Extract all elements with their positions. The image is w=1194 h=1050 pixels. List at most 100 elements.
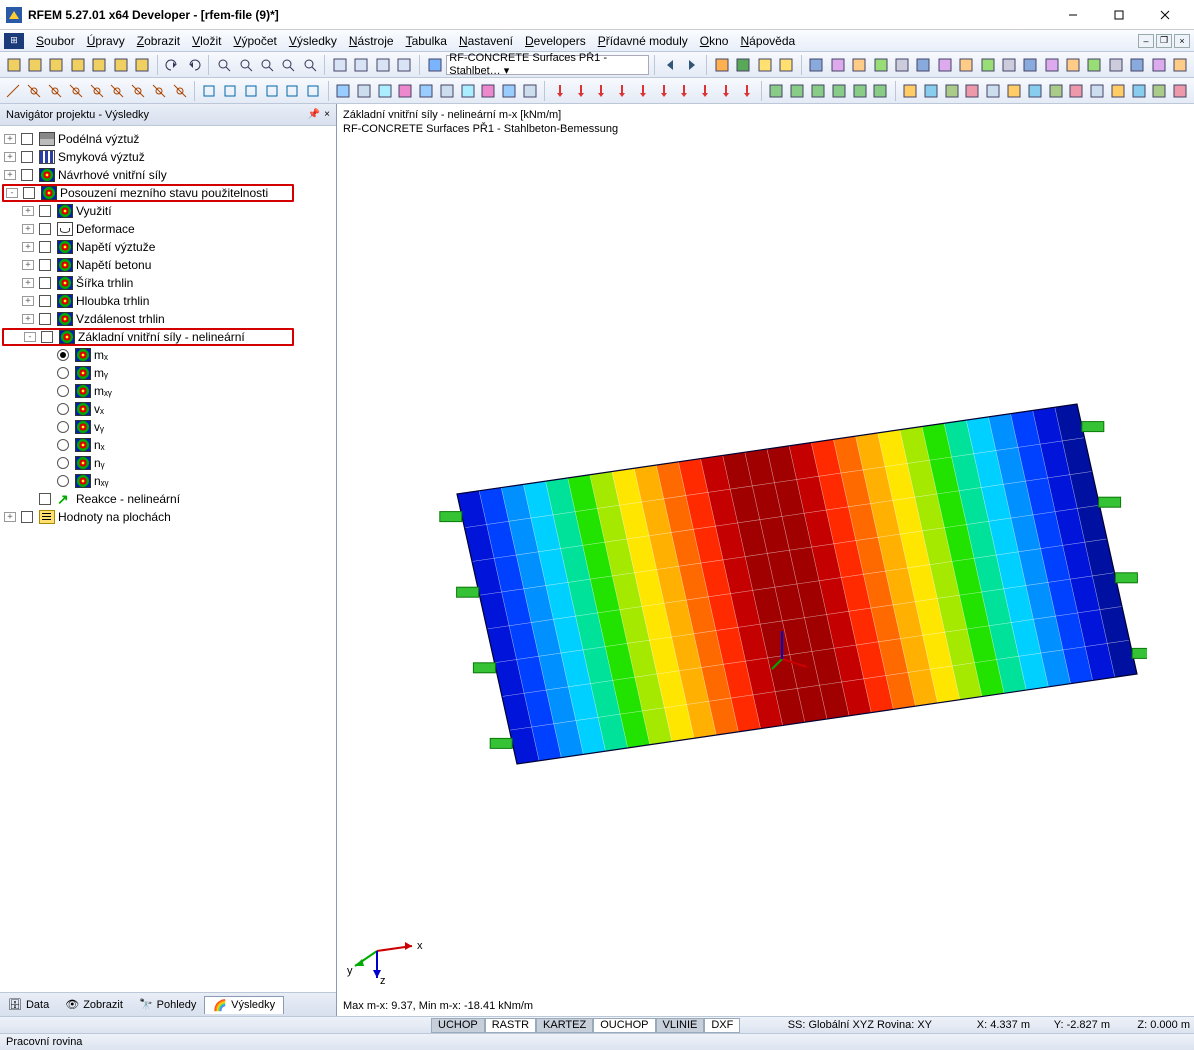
prev-icon[interactable]	[660, 55, 679, 75]
checkbox[interactable]	[23, 187, 35, 199]
checkbox[interactable]	[39, 295, 51, 307]
checkbox[interactable]	[21, 169, 33, 181]
tool1-3-icon[interactable]	[871, 55, 890, 75]
redo-icon[interactable]	[184, 55, 203, 75]
radio[interactable]	[57, 349, 69, 361]
menu-nápověda[interactable]: Nápověda	[734, 32, 801, 50]
tree-item[interactable]: +Deformace	[2, 220, 334, 238]
expand-icon[interactable]: +	[22, 224, 34, 234]
misc-12-icon[interactable]	[1150, 81, 1169, 101]
draw-0-icon[interactable]	[200, 81, 219, 101]
tool1-17-icon[interactable]	[1170, 55, 1189, 75]
nav-tab-pohledy[interactable]: 🔭Pohledy	[131, 996, 204, 1013]
load-0-icon[interactable]	[550, 81, 569, 101]
draw-2-icon[interactable]	[242, 81, 261, 101]
results-icon[interactable]	[734, 55, 753, 75]
tree-item[interactable]: +Hloubka trhlin	[2, 292, 334, 310]
legend-icon[interactable]	[776, 55, 795, 75]
tool1-0-icon[interactable]	[807, 55, 826, 75]
menu-vložit[interactable]: Vložit	[186, 32, 227, 50]
pan-icon[interactable]	[300, 55, 319, 75]
edge-icon[interactable]	[4, 81, 23, 101]
tree-item[interactable]: vᵧ	[2, 418, 334, 436]
expand-icon[interactable]: +	[4, 134, 16, 144]
tree-item[interactable]: mᵧ	[2, 364, 334, 382]
menu-přídavné moduly[interactable]: Přídavné moduly	[592, 32, 694, 50]
misc-13-icon[interactable]	[1171, 81, 1190, 101]
snap-6-icon[interactable]	[149, 81, 168, 101]
radio[interactable]	[57, 457, 69, 469]
view-5-icon[interactable]	[871, 81, 890, 101]
mdi-close[interactable]: ×	[1174, 34, 1190, 48]
tool1-10-icon[interactable]	[1021, 55, 1040, 75]
radio[interactable]	[57, 475, 69, 487]
snap-5-icon[interactable]	[129, 81, 148, 101]
expand-icon[interactable]: +	[22, 278, 34, 288]
misc-6-icon[interactable]	[1025, 81, 1044, 101]
tool1-14-icon[interactable]	[1106, 55, 1125, 75]
model-3-icon[interactable]	[396, 81, 415, 101]
status-toggle-kartez[interactable]: KARTEZ	[536, 1018, 593, 1033]
menu-zobrazit[interactable]: Zobrazit	[131, 32, 186, 50]
close-button[interactable]	[1142, 1, 1188, 29]
snap-0-icon[interactable]	[25, 81, 44, 101]
module-icon[interactable]	[425, 55, 444, 75]
tool1-12-icon[interactable]	[1063, 55, 1082, 75]
misc-7-icon[interactable]	[1046, 81, 1065, 101]
radio[interactable]	[57, 367, 69, 379]
mdi-minimize[interactable]: –	[1138, 34, 1154, 48]
snap-1-icon[interactable]	[46, 81, 65, 101]
view-3-icon[interactable]	[829, 81, 848, 101]
tree-item[interactable]: +Návrhové vnitřní síly	[2, 166, 334, 184]
snap-4-icon[interactable]	[108, 81, 127, 101]
expand-icon[interactable]: +	[4, 170, 16, 180]
tables-icon[interactable]	[373, 55, 392, 75]
model-2-icon[interactable]	[375, 81, 394, 101]
load-5-icon[interactable]	[654, 81, 673, 101]
tree-item[interactable]: +Hodnoty na plochách	[2, 508, 334, 526]
expand-icon[interactable]: +	[22, 206, 34, 216]
minimize-button[interactable]	[1050, 1, 1096, 29]
tool1-9-icon[interactable]	[999, 55, 1018, 75]
menu-výsledky[interactable]: Výsledky	[283, 32, 343, 50]
view-2-icon[interactable]	[809, 81, 828, 101]
zoomwin-icon[interactable]	[257, 55, 276, 75]
expand-icon[interactable]: -	[6, 188, 18, 198]
next-icon[interactable]	[682, 55, 701, 75]
model-5-icon[interactable]	[438, 81, 457, 101]
menu-developers[interactable]: Developers	[519, 32, 592, 50]
tool1-1-icon[interactable]	[828, 55, 847, 75]
tool1-11-icon[interactable]	[1042, 55, 1061, 75]
load-7-icon[interactable]	[696, 81, 715, 101]
tool1-2-icon[interactable]	[850, 55, 869, 75]
tool1-8-icon[interactable]	[978, 55, 997, 75]
navigator-tree[interactable]: +Podélná výztuž+Smyková výztuž+Návrhové …	[0, 126, 336, 992]
zoom-icon[interactable]	[236, 55, 255, 75]
draw-5-icon[interactable]	[304, 81, 323, 101]
tree-item[interactable]: vₓ	[2, 400, 334, 418]
find-icon[interactable]	[214, 55, 233, 75]
expand-icon[interactable]: +	[22, 260, 34, 270]
expand-icon[interactable]: +	[22, 242, 34, 252]
status-toggle-uchop[interactable]: UCHOP	[431, 1018, 485, 1033]
misc-4-icon[interactable]	[984, 81, 1003, 101]
view-4-icon[interactable]	[850, 81, 869, 101]
checkbox[interactable]	[39, 313, 51, 325]
model-4-icon[interactable]	[417, 81, 436, 101]
tool1-6-icon[interactable]	[935, 55, 954, 75]
checkbox[interactable]	[39, 493, 51, 505]
menu-výpočet[interactable]: Výpočet	[227, 32, 282, 50]
tree-item[interactable]: +Podélná výztuž	[2, 130, 334, 148]
expand-icon[interactable]: +	[22, 296, 34, 306]
radio[interactable]	[57, 403, 69, 415]
tablewin-icon[interactable]	[395, 55, 414, 75]
snap-3-icon[interactable]	[87, 81, 106, 101]
nav-tab-zobrazit[interactable]: 👁Zobrazit	[57, 996, 131, 1013]
draw-4-icon[interactable]	[283, 81, 302, 101]
radio[interactable]	[57, 421, 69, 433]
load-3-icon[interactable]	[613, 81, 632, 101]
tree-item[interactable]: +Vzdálenost trhlin	[2, 310, 334, 328]
menu-okno[interactable]: Okno	[694, 32, 735, 50]
checkbox[interactable]	[39, 223, 51, 235]
tree-item[interactable]: +Využití	[2, 202, 334, 220]
